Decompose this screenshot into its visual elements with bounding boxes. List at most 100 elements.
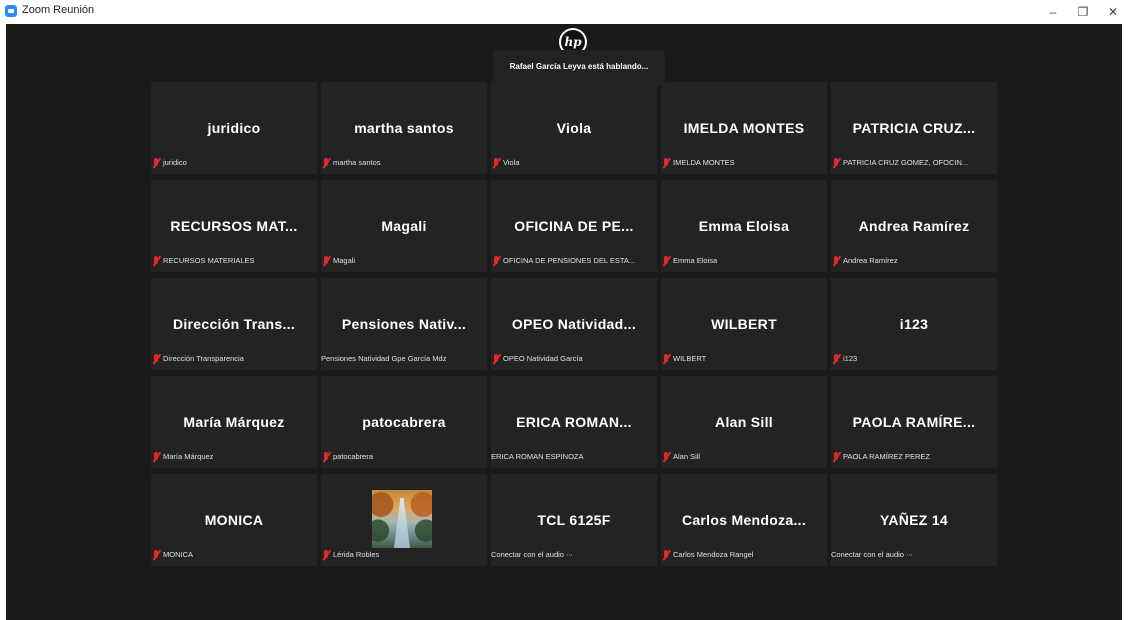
participant-label: PAOLA RAMÍREZ PEREZ: [831, 450, 930, 464]
participant-tile[interactable]: Viola Viola: [491, 82, 657, 174]
participant-display-name: patocabrera: [362, 414, 446, 430]
participant-tile[interactable]: martha santos martha santos: [321, 82, 487, 174]
participant-label: Pensiones Natividad Gpe García Mdz: [321, 352, 446, 366]
muted-mic-icon: [661, 549, 671, 561]
minimize-button[interactable]: –: [1040, 3, 1066, 21]
participant-label-text: Lérida Robles: [333, 550, 380, 559]
muted-mic-icon: [661, 353, 671, 365]
participant-label: Lérida Robles: [321, 548, 379, 562]
participant-label: Conectar con el audio ⋯: [831, 548, 913, 562]
participant-display-name: Pensiones Nativ...: [341, 316, 467, 332]
participant-label-text: IMELDA MONTES: [673, 158, 735, 167]
participant-display-name: Magali: [381, 218, 427, 234]
participant-display-name: PAOLA RAMÍRE...: [852, 414, 976, 430]
participant-label: patocabrera: [321, 450, 373, 464]
participant-label-text: Magali: [333, 256, 356, 265]
participant-tile[interactable]: Magali Magali: [321, 180, 487, 272]
participant-tile[interactable]: PATRICIA CRUZ... PATRICIA CRUZ GOMEZ, OFO…: [831, 82, 997, 174]
participant-label: Emma Eloisa: [661, 254, 717, 268]
participant-tile[interactable]: OPEO Natividad... OPEO Natividad García: [491, 278, 657, 370]
participant-label-text: martha santos: [333, 158, 381, 167]
muted-mic-icon: [321, 451, 331, 463]
participant-label-text: MONICA: [163, 550, 193, 559]
participant-tile[interactable]: Dirección Trans... Dirección Transparenci…: [151, 278, 317, 370]
participant-display-name: MONICA: [204, 512, 264, 528]
participant-label: Carlos Mendoza Rangel: [661, 548, 753, 562]
participant-label: Magali: [321, 254, 355, 268]
participant-tile[interactable]: RECURSOS MAT... RECURSOS MATERIALES: [151, 180, 317, 272]
active-speaker-banner: Rafael García Leyva está hablando...: [493, 50, 665, 86]
participant-tile[interactable]: IMELDA MONTES IMELDA MONTES: [661, 82, 827, 174]
participant-display-name: Dirección Trans...: [172, 316, 296, 332]
participant-display-name: OPEO Natividad...: [511, 316, 637, 332]
muted-mic-icon: [321, 549, 331, 561]
participant-tile[interactable]: Carlos Mendoza... Carlos Mendoza Rangel: [661, 474, 827, 566]
participant-label-text: OPEO Natividad García: [503, 354, 583, 363]
participant-display-name: ERICA ROMAN...: [516, 414, 632, 430]
muted-mic-icon: [491, 157, 501, 169]
participant-tile[interactable]: YAÑEZ 14 Conectar con el audio ⋯: [831, 474, 997, 566]
participant-label-text: Emma Eloisa: [673, 256, 718, 265]
participant-label: RECURSOS MATERIALES: [151, 254, 255, 268]
muted-mic-icon: [831, 255, 841, 267]
audio-connecting-icon: ⋯: [565, 552, 573, 559]
participant-tile[interactable]: Emma Eloisa Emma Eloisa: [661, 180, 827, 272]
participant-tile[interactable]: juridico juridico: [151, 82, 317, 174]
participant-display-name: Emma Eloisa: [698, 218, 790, 234]
participant-label: juridico: [151, 156, 187, 170]
participant-display-name: PATRICIA CRUZ...: [852, 120, 976, 136]
participant-tile[interactable]: i123 i123: [831, 278, 997, 370]
participant-tile[interactable]: Pensiones Nativ... Pensiones Natividad Gp…: [321, 278, 487, 370]
participant-tile[interactable]: patocabrera patocabrera: [321, 376, 487, 468]
participant-tile[interactable]: Alan Sill Alan Sill: [661, 376, 827, 468]
muted-mic-icon: [661, 255, 671, 267]
window-title: Zoom Reunión: [22, 4, 95, 16]
participant-display-name: TCL 6125F: [537, 512, 611, 528]
participant-tile[interactable]: PAOLA RAMÍRE... PAOLA RAMÍREZ PEREZ: [831, 376, 997, 468]
participant-label: Alan Sill: [661, 450, 700, 464]
muted-mic-icon: [321, 255, 331, 267]
participant-label-text: juridico: [163, 158, 187, 167]
muted-mic-icon: [321, 157, 331, 169]
participant-display-name: Andrea Ramírez: [858, 218, 970, 234]
participant-label-text: PATRICIA CRUZ GOMEZ, OFOCIN...: [843, 158, 969, 167]
participant-tile[interactable]: Andrea Ramírez Andrea Ramírez: [831, 180, 997, 272]
muted-mic-icon: [491, 353, 501, 365]
participant-tile[interactable]: TCL 6125F Conectar con el audio ⋯: [491, 474, 657, 566]
participant-label: Dirección Transparencia: [151, 352, 244, 366]
participant-label-text: WILBERT: [673, 354, 707, 363]
close-button[interactable]: ✕: [1100, 3, 1126, 21]
participant-label: OFICINA DE PENSIONES DEL ESTA...: [491, 254, 635, 268]
participant-label-text: Viola: [503, 158, 520, 167]
participant-display-name: juridico: [207, 120, 261, 136]
muted-mic-icon: [831, 451, 841, 463]
muted-mic-icon: [151, 549, 161, 561]
participant-label-text: Andrea Ramírez: [843, 256, 898, 265]
participant-label-text: Conectar con el audio: [491, 550, 564, 559]
muted-mic-icon: [151, 255, 161, 267]
participant-tile[interactable]: Lérida Robles: [321, 474, 487, 566]
participant-label: PATRICIA CRUZ GOMEZ, OFOCIN...: [831, 156, 968, 170]
participant-label: WILBERT: [661, 352, 706, 366]
participant-label: OPEO Natividad García: [491, 352, 583, 366]
participant-display-name: WILBERT: [711, 316, 777, 332]
participant-display-name: martha santos: [354, 120, 454, 136]
participant-label-text: María Márquez: [163, 452, 214, 461]
muted-mic-icon: [151, 451, 161, 463]
maximize-button[interactable]: ❐: [1070, 3, 1096, 21]
participant-tile[interactable]: MONICA MONICA: [151, 474, 317, 566]
participant-label-text: OFICINA DE PENSIONES DEL ESTA...: [503, 256, 636, 265]
participant-label-text: patocabrera: [333, 452, 374, 461]
participant-label-text: RECURSOS MATERIALES: [163, 256, 255, 265]
participant-tile[interactable]: WILBERT WILBERT: [661, 278, 827, 370]
participant-label: martha santos: [321, 156, 381, 170]
title-bar: Zoom Reunión – ❐ ✕: [0, 0, 1128, 24]
zoom-app-icon: [5, 5, 17, 17]
participant-label: i123: [831, 352, 857, 366]
participant-tile[interactable]: OFICINA DE PE... OFICINA DE PENSIONES DEL…: [491, 180, 657, 272]
muted-mic-icon: [661, 451, 671, 463]
participant-tile[interactable]: María Márquez María Márquez: [151, 376, 317, 468]
participant-label-text: Alan Sill: [673, 452, 701, 461]
participant-tile[interactable]: ERICA ROMAN... ERICA ROMAN ESPINOZA: [491, 376, 657, 468]
participant-label: Conectar con el audio ⋯: [491, 548, 573, 562]
